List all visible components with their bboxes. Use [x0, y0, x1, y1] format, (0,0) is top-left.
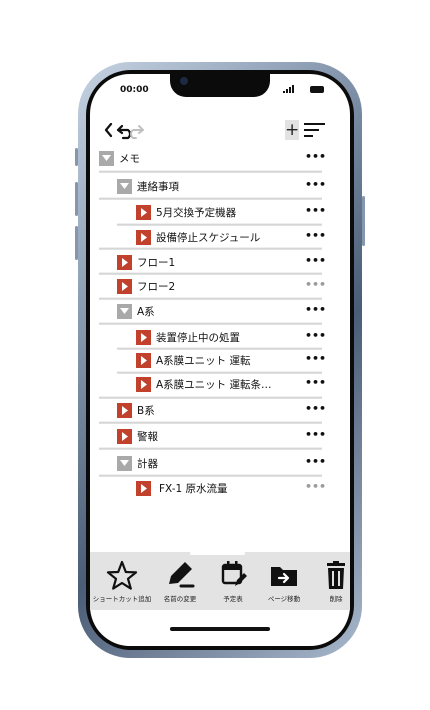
tree-item-label: B系 — [137, 404, 155, 417]
tree-item-label: FX-1 原水流量 — [159, 482, 228, 495]
more-button[interactable]: ••• — [305, 204, 326, 217]
tree-item[interactable]: A系 — [117, 301, 155, 321]
tree-item-label: 設備停止スケジュール — [156, 231, 261, 244]
rename-button[interactable]: 名前の変更 — [158, 560, 202, 603]
more-button[interactable]: ••• — [305, 278, 326, 291]
folder-move-icon — [271, 567, 297, 586]
more-button[interactable]: ••• — [305, 402, 326, 415]
divider — [99, 247, 322, 250]
status-time: 00:00 — [120, 85, 149, 95]
sheet-grabber — [190, 552, 245, 555]
tree-item-label: A系膜ユニット 運転 — [156, 354, 251, 367]
tree-item[interactable]: 設備停止スケジュール — [136, 227, 260, 247]
star-icon — [106, 560, 138, 590]
tree-item-label: フロー1 — [137, 256, 176, 269]
tree-item[interactable]: A系膜ユニット 運転条… — [136, 374, 272, 394]
tree-item[interactable]: 装置停止中の処置 — [136, 327, 240, 347]
divider — [99, 421, 322, 424]
page-icon — [136, 329, 151, 345]
rename-label: 名前の変更 — [163, 595, 197, 603]
shortcut-label: ショートカット追加 — [92, 595, 152, 603]
divider — [99, 396, 322, 399]
divider — [99, 197, 322, 200]
more-button[interactable]: ••• — [305, 303, 326, 316]
battery-icon — [310, 86, 324, 93]
power-button — [362, 196, 365, 246]
more-button[interactable]: ••• — [305, 150, 326, 163]
more-button[interactable]: ••• — [305, 254, 326, 267]
folder-open-icon — [99, 150, 114, 166]
divider — [99, 474, 322, 477]
tree-item-label: A系 — [137, 305, 155, 318]
more-button[interactable]: ••• — [305, 352, 326, 365]
page-icon — [117, 278, 132, 294]
tree-item[interactable]: A系膜ユニット 運転 — [136, 350, 251, 370]
tree-item-label: 装置停止中の処置 — [156, 331, 240, 344]
page-icon — [136, 352, 151, 368]
back-undo-icon — [104, 122, 144, 140]
page-icon — [136, 204, 151, 220]
page-icon — [136, 376, 151, 392]
more-button[interactable]: ••• — [305, 428, 326, 441]
delete-button[interactable]: 削除 — [316, 560, 356, 603]
trash-icon — [327, 561, 345, 589]
divider — [99, 272, 322, 275]
tree-item-label: 計器 — [137, 457, 158, 470]
shortcut-button[interactable]: ショートカット追加 — [88, 560, 156, 603]
folder-open-icon — [117, 455, 132, 471]
more-button[interactable]: ••• — [305, 178, 326, 191]
schedule-label: 予定表 — [223, 595, 243, 603]
divider — [99, 297, 322, 300]
folder-open-icon — [117, 303, 132, 319]
tree-item[interactable]: フロー1 — [117, 252, 175, 272]
schedule-button[interactable]: 予定表 — [214, 560, 252, 603]
camera — [180, 77, 188, 85]
sort-icon[interactable] — [304, 122, 326, 138]
tree-item[interactable]: 計器 — [117, 453, 158, 473]
page-icon — [136, 229, 151, 245]
divider — [99, 322, 322, 325]
volume-up-button — [75, 182, 78, 216]
tree-item[interactable]: B系 — [117, 400, 155, 420]
delete-label: 削除 — [329, 595, 343, 603]
volume-down-button — [75, 226, 78, 260]
back-button[interactable] — [104, 118, 144, 142]
page-icon — [136, 480, 151, 496]
tree-item[interactable]: 連絡事項 — [117, 176, 179, 196]
add-button[interactable]: + — [285, 120, 299, 140]
calendar-edit-icon — [221, 561, 247, 586]
page-icon — [117, 254, 132, 270]
tree-item-label: 連絡事項 — [137, 180, 179, 193]
page-icon — [117, 428, 132, 444]
folder-open-icon — [117, 178, 132, 194]
tree-item[interactable]: FX-1 原水流量 — [136, 478, 228, 498]
tree-item-label: フロー2 — [137, 280, 176, 293]
move-page-label: ページ移動 — [267, 595, 301, 603]
more-button[interactable]: ••• — [305, 480, 326, 493]
more-button[interactable]: ••• — [305, 329, 326, 342]
tree-item[interactable]: 5月交換予定機器 — [136, 202, 236, 222]
mute-switch — [75, 148, 78, 166]
more-button[interactable]: ••• — [305, 455, 326, 468]
move-page-button[interactable]: ページ移動 — [262, 560, 306, 603]
tree-item-label: 警報 — [137, 430, 158, 443]
more-button[interactable]: ••• — [305, 229, 326, 242]
divider — [117, 223, 322, 226]
tree-item-label: メモ — [119, 152, 140, 165]
more-button[interactable]: ••• — [305, 376, 326, 389]
page-icon — [117, 402, 132, 418]
tree-item[interactable]: フロー2 — [117, 276, 175, 296]
divider — [99, 170, 322, 173]
home-indicator — [170, 627, 270, 631]
signal-icon — [283, 85, 294, 93]
divider — [99, 447, 322, 450]
tree-item-label: A系膜ユニット 運転条… — [156, 378, 272, 391]
tree-item[interactable]: メモ — [99, 148, 140, 168]
tree-item-label: 5月交換予定機器 — [156, 206, 237, 219]
tree-item[interactable]: 警報 — [117, 426, 158, 446]
pencil-icon — [169, 562, 195, 588]
